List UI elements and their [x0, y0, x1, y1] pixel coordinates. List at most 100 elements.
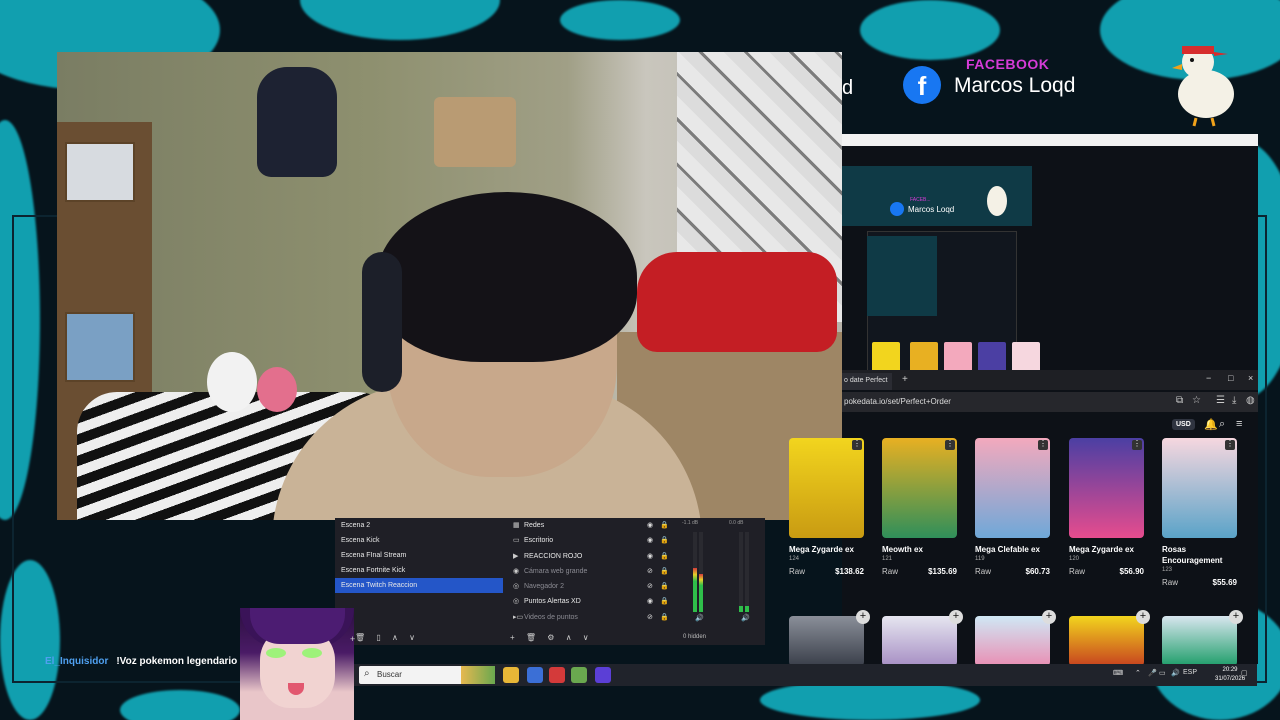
lock-icon[interactable]: 🔒: [660, 518, 669, 533]
add-card-button[interactable]: +: [1042, 610, 1056, 624]
browser-tab[interactable]: o date Perfect: [842, 373, 892, 390]
move-down-icon[interactable]: ∨: [583, 633, 589, 642]
card-image[interactable]: [975, 616, 1050, 666]
card-item[interactable]: +: [1162, 610, 1243, 666]
card-image[interactable]: ⋮: [975, 438, 1050, 538]
minimize-button[interactable]: −: [1206, 373, 1211, 383]
visibility-eye-icon[interactable]: ◉: [647, 594, 653, 609]
visibility-hidden-icon[interactable]: ⊘: [647, 610, 653, 625]
add-card-button[interactable]: +: [1229, 610, 1243, 624]
add-card-button[interactable]: +: [1136, 610, 1150, 624]
scene-item[interactable]: Escena FInal Stream: [335, 548, 503, 563]
move-down-icon[interactable]: ∨: [409, 633, 415, 642]
mute-speaker-icon[interactable]: 🔊: [695, 614, 704, 622]
card-item[interactable]: +: [975, 610, 1056, 666]
card-image[interactable]: ⋮: [1069, 438, 1144, 538]
card-price-label: Raw: [789, 567, 806, 576]
source-settings-icon[interactable]: ⚙: [547, 633, 554, 642]
new-tab-button[interactable]: +: [902, 374, 908, 385]
search-icon[interactable]: ⌕: [1219, 418, 1225, 431]
card-item[interactable]: ⋮ Meowth ex 121 Raw $135.69: [882, 438, 957, 576]
address-bar[interactable]: pokedata.io/set/Perfect+Order ⧉ ☆ ☰ ⤓ ◍: [842, 392, 1258, 412]
close-button[interactable]: ×: [1248, 373, 1253, 383]
translate-icon[interactable]: ⧉: [1176, 395, 1183, 406]
address-url[interactable]: pokedata.io/set/Perfect+Order: [844, 397, 951, 406]
visibility-eye-icon[interactable]: ◉: [647, 549, 653, 564]
card-image[interactable]: [882, 616, 957, 666]
card-image[interactable]: ⋮: [882, 438, 957, 538]
visibility-hidden-icon[interactable]: ⊘: [647, 564, 653, 579]
menu-icon[interactable]: ≡: [1236, 418, 1242, 430]
window-titlebar[interactable]: [842, 134, 1258, 146]
card-item[interactable]: ⋮ Mega Clefable ex 119 Raw $60.73: [975, 438, 1050, 576]
notification-icon[interactable]: 🔔: [1204, 418, 1218, 431]
scene-item-selected[interactable]: Escena Twitch Reaccion: [335, 578, 503, 593]
visibility-hidden-icon[interactable]: ⊘: [647, 579, 653, 594]
taskbar-search[interactable]: ⌕ Buscar: [359, 666, 495, 684]
keyboard-icon[interactable]: ⌨: [1113, 669, 1123, 677]
move-up-icon[interactable]: ∧: [566, 633, 572, 642]
add-card-button[interactable]: +: [949, 610, 963, 624]
lock-icon[interactable]: 🔒: [660, 533, 669, 548]
notifications-icon[interactable]: ▢: [1241, 669, 1248, 677]
nested-facebook-name: Marcos Loqd: [908, 205, 955, 214]
visibility-eye-icon[interactable]: ◉: [647, 533, 653, 548]
source-item[interactable]: ▦ Redes ◉ 🔒: [505, 518, 670, 533]
remove-source-icon[interactable]: 🗑: [526, 633, 536, 642]
card-item[interactable]: +: [1069, 610, 1150, 666]
maximize-button[interactable]: □: [1228, 373, 1233, 383]
source-item[interactable]: ◉ Cámara web grande ⊘ 🔒: [505, 564, 670, 579]
db-readout-1: -1.1 dB: [682, 520, 699, 526]
lock-icon[interactable]: 🔒: [660, 579, 669, 594]
card-item[interactable]: +: [882, 610, 963, 666]
discord-icon[interactable]: [595, 667, 611, 683]
card-image[interactable]: [789, 616, 864, 666]
file-explorer-icon[interactable]: [503, 667, 519, 683]
language-indicator[interactable]: ESP: [1183, 669, 1197, 676]
profile-icon[interactable]: ◍: [1246, 395, 1255, 406]
obs-icon[interactable]: [549, 667, 565, 683]
card-item[interactable]: ⋮ Mega Zygarde ex 124 Raw $138.62: [789, 438, 864, 576]
source-item[interactable]: ▸▭ Videos de puntos ⊘ 🔒: [505, 610, 670, 625]
app-icon[interactable]: [571, 667, 587, 683]
star-icon[interactable]: ☆: [1192, 395, 1201, 406]
source-item[interactable]: ◎ Navegador 2 ⊘ 🔒: [505, 579, 670, 594]
currency-selector[interactable]: USD: [1172, 419, 1195, 430]
extensions-icon[interactable]: ☰: [1216, 395, 1225, 406]
source-item[interactable]: ◎ Puntos Alertas XD ◉ 🔒: [505, 594, 670, 609]
tray-expand-icon[interactable]: ⌃: [1135, 669, 1141, 677]
volume-icon[interactable]: 🔊: [1171, 669, 1180, 677]
card-image[interactable]: [1069, 616, 1144, 666]
visibility-eye-icon[interactable]: ◉: [647, 518, 653, 533]
card-price-label: Raw: [1162, 578, 1179, 587]
scene-item[interactable]: Escena 2: [335, 518, 503, 533]
lock-icon[interactable]: 🔒: [660, 564, 669, 579]
card-price: $138.62: [835, 567, 864, 576]
scene-toolbar-add-icon[interactable]: +: [350, 634, 355, 644]
card-image[interactable]: ⋮: [1162, 438, 1237, 538]
lock-icon[interactable]: 🔒: [660, 594, 669, 609]
card-image[interactable]: [1162, 616, 1237, 666]
download-icon[interactable]: ⤓: [1232, 395, 1236, 406]
lock-icon[interactable]: 🔒: [660, 549, 669, 564]
card-name: Mega Clefable ex: [975, 545, 1040, 554]
network-icon[interactable]: ▭: [1159, 669, 1166, 677]
move-up-icon[interactable]: ∧: [392, 633, 398, 642]
source-type-icon: ▸▭: [513, 613, 524, 621]
filter-scene-icon[interactable]: ▯: [376, 633, 380, 642]
remove-scene-icon[interactable]: 🗑: [355, 633, 365, 642]
microphone-icon[interactable]: 🎤: [1148, 669, 1157, 677]
scene-item[interactable]: Escena Kick: [335, 533, 503, 548]
scene-item[interactable]: Escena Fortnite Kick: [335, 563, 503, 578]
card-item[interactable]: ⋮ Mega Zygarde ex 120 Raw $56.90: [1069, 438, 1144, 576]
card-image[interactable]: ⋮: [789, 438, 864, 538]
mute-speaker-icon[interactable]: 🔊: [741, 614, 750, 622]
add-card-button[interactable]: +: [856, 610, 870, 624]
lock-icon[interactable]: 🔒: [660, 610, 669, 625]
source-item[interactable]: ▭ Escritorio ◉ 🔒: [505, 533, 670, 548]
card-item[interactable]: +: [789, 610, 870, 666]
card-item[interactable]: ⋮ Rosas Encouragement 123 Raw $55.69: [1162, 438, 1237, 587]
add-source-icon[interactable]: +: [510, 633, 515, 642]
chrome-icon[interactable]: [527, 667, 543, 683]
source-item[interactable]: ▶ REACCION ROJO ◉ 🔒: [505, 549, 670, 564]
